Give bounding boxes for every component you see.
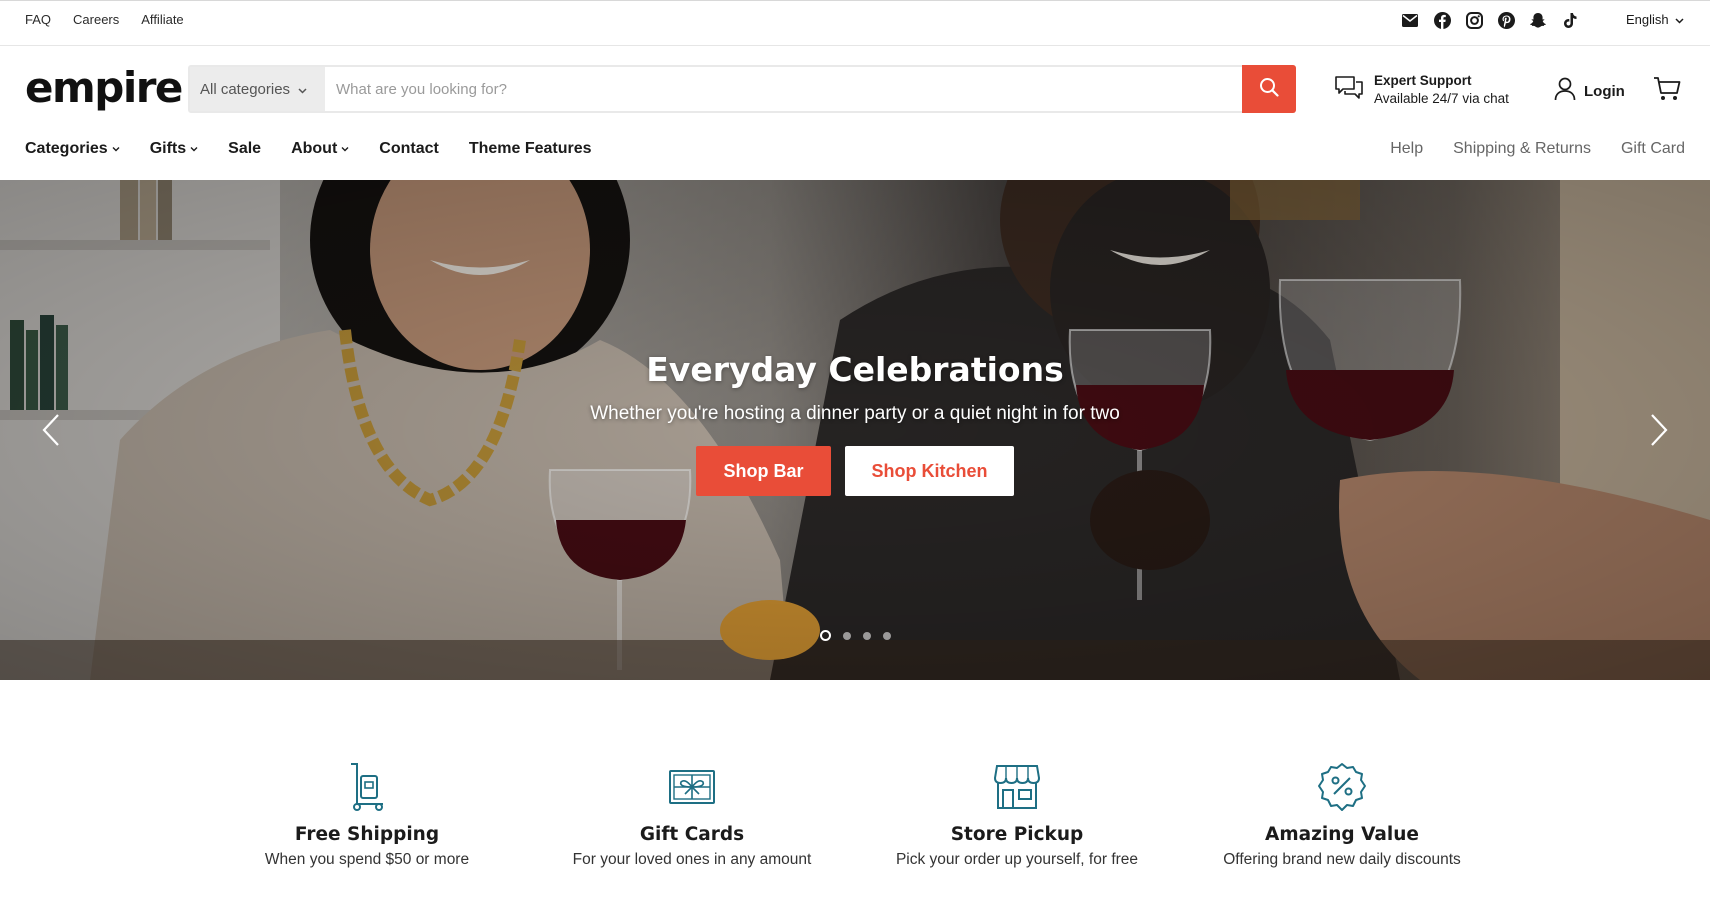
discount-badge-icon: [1192, 762, 1492, 812]
store-logo[interactable]: empire: [25, 64, 183, 112]
snapchat-icon[interactable]: [1528, 10, 1548, 30]
main-nav: Categories Gifts Sale About Contact Them…: [25, 140, 592, 158]
nav-gift-card[interactable]: Gift Card: [1621, 140, 1685, 158]
facebook-icon[interactable]: [1432, 10, 1452, 30]
chevron-down-icon: [112, 146, 120, 152]
feature-subtitle: Offering brand new daily discounts: [1223, 851, 1461, 868]
chat-bubbles-icon: [1334, 73, 1364, 108]
search-icon: [1259, 77, 1279, 102]
secondary-nav: Help Shipping & Returns Gift Card: [1390, 140, 1685, 158]
feature-subtitle: Pick your order up yourself, for free: [895, 851, 1139, 868]
feature-free-shipping: Free Shipping When you spend $50 or more: [217, 762, 517, 869]
hero-content: Everyday Celebrations Whether you're hos…: [0, 350, 1710, 496]
login-label: Login: [1584, 82, 1625, 100]
tiktok-icon[interactable]: [1560, 10, 1580, 30]
language-selector[interactable]: English: [1626, 12, 1684, 27]
mail-icon[interactable]: [1400, 10, 1420, 30]
instagram-icon[interactable]: [1464, 10, 1484, 30]
slide-dot-1[interactable]: [819, 630, 831, 641]
category-select-label: All categories: [200, 80, 291, 98]
feature-title: Amazing Value: [1265, 824, 1419, 845]
hero-subtitle: Whether you're hosting a dinner party or…: [590, 403, 1120, 424]
nav-theme-features[interactable]: Theme Features: [469, 140, 592, 158]
hero-title: Everyday Celebrations: [646, 350, 1064, 389]
pinterest-icon[interactable]: [1496, 10, 1516, 30]
affiliate-link[interactable]: Affiliate: [141, 12, 183, 27]
search-button[interactable]: [1242, 65, 1296, 113]
feature-gift-cards: Gift Cards For your loved ones in any am…: [542, 762, 842, 869]
hand-truck-icon: [217, 762, 517, 812]
cart-button[interactable]: [1653, 76, 1681, 107]
hero-slideshow: Everyday Celebrations Whether you're hos…: [0, 180, 1710, 680]
storefront-icon: [867, 762, 1167, 812]
feature-title: Gift Cards: [639, 824, 745, 845]
nav-contact[interactable]: Contact: [379, 140, 439, 158]
shop-kitchen-button[interactable]: Shop Kitchen: [845, 446, 1014, 496]
social-links: [1400, 10, 1580, 30]
feature-title: Store Pickup: [950, 824, 1084, 845]
chevron-down-icon: [190, 146, 198, 152]
slide-dot-4[interactable]: [882, 631, 891, 640]
cart-icon: [1653, 77, 1681, 106]
chevron-down-icon: [341, 146, 349, 152]
nav-about-label: About: [291, 140, 338, 157]
language-label: English: [1626, 12, 1669, 27]
nav-help[interactable]: Help: [1390, 140, 1423, 158]
shop-bar-button[interactable]: Shop Bar: [696, 446, 831, 496]
user-icon: [1554, 77, 1576, 105]
feature-store-pickup: Store Pickup Pick your order up yourself…: [867, 762, 1167, 869]
gift-card-icon: [542, 762, 842, 812]
login-button[interactable]: Login: [1554, 77, 1625, 105]
nav-categories-label: Categories: [25, 140, 108, 157]
chevron-down-icon: [1675, 12, 1684, 27]
search-input[interactable]: [325, 67, 1242, 111]
careers-link[interactable]: Careers: [73, 12, 119, 27]
top-utility-bar: FAQ Careers Affiliate English: [0, 0, 1710, 46]
top-links: FAQ Careers Affiliate: [25, 12, 184, 27]
nav-shipping-returns[interactable]: Shipping & Returns: [1453, 140, 1591, 158]
faq-link[interactable]: FAQ: [25, 12, 51, 27]
slide-indicators: [0, 630, 1710, 641]
chevron-down-icon: [298, 81, 307, 98]
feature-subtitle: For your loved ones in any amount: [572, 851, 812, 868]
nav-about[interactable]: About: [291, 140, 349, 158]
nav-categories[interactable]: Categories: [25, 140, 120, 158]
nav-sale[interactable]: Sale: [228, 140, 261, 158]
feature-subtitle: When you spend $50 or more: [264, 851, 470, 868]
search-bar: All categories: [188, 65, 1296, 113]
support-title: Expert Support: [1374, 73, 1472, 88]
category-select[interactable]: All categories: [190, 67, 325, 111]
feature-title: Free Shipping: [294, 824, 440, 845]
slide-dot-2[interactable]: [842, 631, 851, 640]
expert-support[interactable]: Expert Support Available 24/7 via chat: [1334, 72, 1509, 108]
slide-dot-3[interactable]: [862, 631, 871, 640]
feature-amazing-value: Amazing Value Offering brand new daily d…: [1192, 762, 1492, 869]
nav-gifts-label: Gifts: [149, 140, 187, 157]
support-subtitle: Available 24/7 via chat: [1374, 91, 1509, 106]
nav-gifts[interactable]: Gifts: [150, 140, 198, 158]
